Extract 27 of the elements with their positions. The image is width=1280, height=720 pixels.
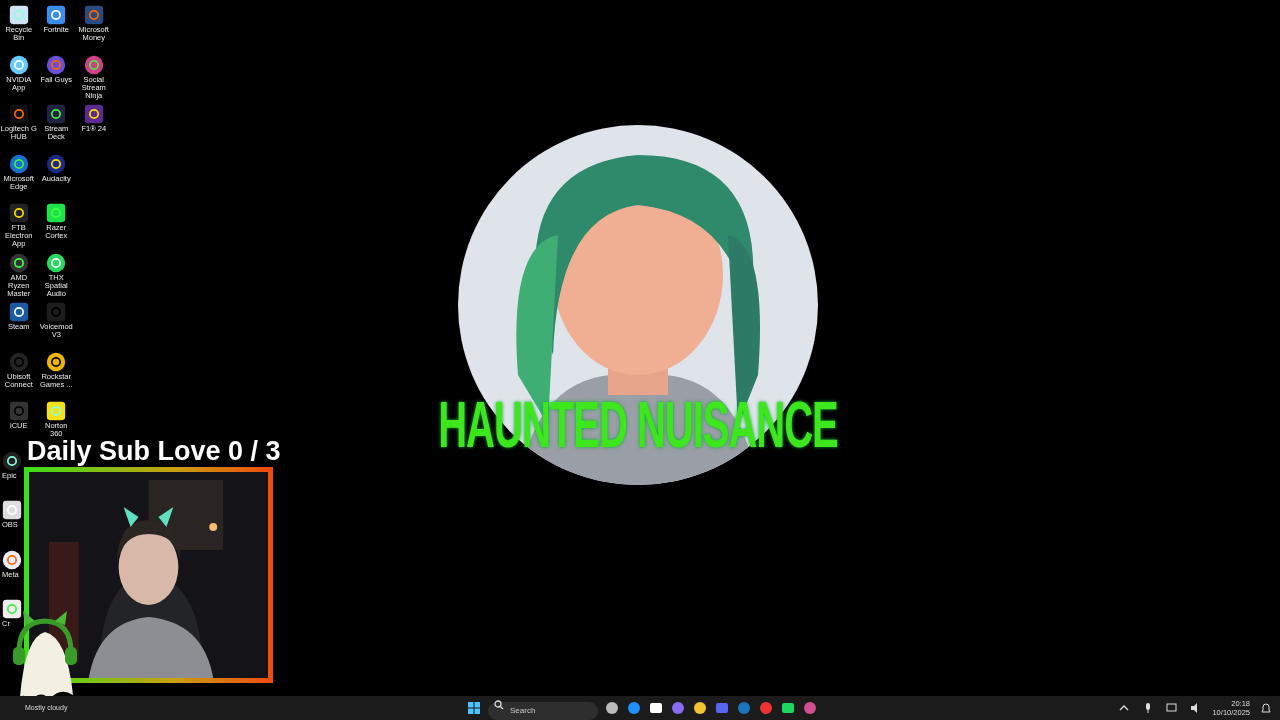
- app-icon[interactable]: [8, 54, 29, 75]
- app-icon[interactable]: [2, 599, 22, 619]
- app-icon[interactable]: [46, 401, 67, 421]
- search-icon: [494, 700, 504, 710]
- app-icon[interactable]: [8, 203, 29, 223]
- app-icon[interactable]: [46, 203, 67, 223]
- app-icon[interactable]: [46, 104, 67, 124]
- windows-start-icon[interactable]: [466, 700, 482, 716]
- app-icon[interactable]: [8, 104, 29, 124]
- app-icon[interactable]: [83, 104, 104, 124]
- notification-icon[interactable]: [1258, 700, 1274, 716]
- app-icon[interactable]: [2, 549, 22, 570]
- app-icon[interactable]: [8, 153, 29, 174]
- search-field[interactable]: Search: [488, 701, 598, 720]
- sub-goal-counter: Daily Sub Love 0 / 3: [27, 437, 281, 465]
- app-icon[interactable]: [46, 54, 67, 75]
- app-icon[interactable]: [2, 450, 22, 471]
- app-icon[interactable]: [8, 5, 29, 25]
- app-icon[interactable]: [83, 5, 104, 25]
- app-icon[interactable]: [83, 54, 104, 75]
- app-icon[interactable]: [8, 302, 29, 322]
- app-icon[interactable]: [46, 252, 67, 273]
- app-icon[interactable]: [46, 351, 67, 372]
- app-icon[interactable]: [46, 153, 67, 174]
- app-icon[interactable]: [2, 500, 22, 520]
- app-icon[interactable]: [46, 5, 67, 25]
- app-icon[interactable]: [8, 252, 29, 273]
